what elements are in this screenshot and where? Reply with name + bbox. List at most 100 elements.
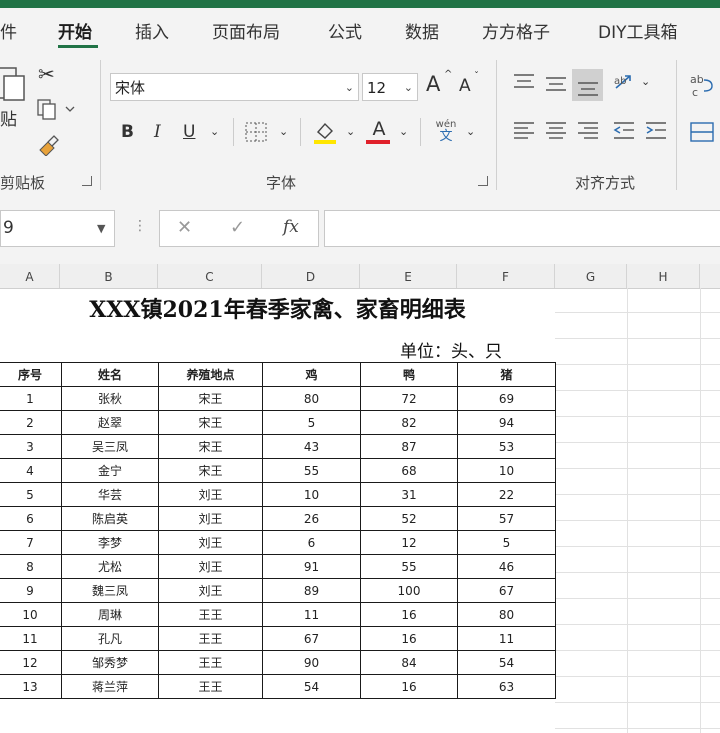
cut-icon[interactable]: ✂	[38, 64, 55, 84]
table-cell[interactable]: 12	[0, 650, 62, 675]
table-cell[interactable]: 11	[457, 626, 556, 651]
chevron-down-icon[interactable]: ▼	[97, 211, 105, 246]
column-header-h[interactable]: H	[627, 264, 700, 288]
table-cell[interactable]: 陈启英	[61, 506, 159, 531]
cancel-icon[interactable]: ✕	[177, 217, 192, 238]
more-options-icon[interactable]: ⋮	[133, 218, 147, 234]
table-cell[interactable]: 13	[0, 674, 62, 699]
confirm-icon[interactable]: ✓	[230, 217, 245, 238]
table-cell[interactable]: 刘王	[158, 482, 263, 507]
font-launcher-icon[interactable]	[478, 176, 488, 186]
table-cell[interactable]: 宋王	[158, 410, 263, 435]
font-name-select[interactable]: 宋体 ⌄	[110, 73, 359, 101]
table-cell[interactable]: 周琳	[61, 602, 159, 627]
table-cell[interactable]: 67	[457, 578, 556, 603]
header-cell[interactable]: 鸡	[262, 362, 361, 387]
clipboard-launcher-icon[interactable]	[82, 176, 92, 186]
chevron-down-icon[interactable]: ⌄	[641, 76, 650, 87]
paste-label[interactable]: 贴	[0, 112, 17, 129]
column-header-b[interactable]: B	[60, 264, 158, 288]
align-bottom-button[interactable]	[572, 69, 603, 101]
font-size-select[interactable]: 12 ⌄	[362, 73, 418, 101]
tab-file[interactable]: 件	[0, 18, 17, 43]
border-icon[interactable]	[245, 122, 267, 142]
table-cell[interactable]: 63	[457, 674, 556, 699]
table-cell[interactable]: 26	[262, 506, 361, 531]
chevron-down-icon[interactable]: ⌄	[399, 126, 408, 137]
table-cell[interactable]: 6	[262, 530, 361, 555]
table-cell[interactable]: 91	[262, 554, 361, 579]
chevron-down-icon[interactable]: ⌄	[210, 126, 219, 137]
table-cell[interactable]: 16	[360, 602, 458, 627]
table-cell[interactable]: 16	[360, 626, 458, 651]
table-cell[interactable]: 82	[360, 410, 458, 435]
table-cell[interactable]: 尤松	[61, 554, 159, 579]
table-cell[interactable]: 2	[0, 410, 62, 435]
table-cell[interactable]: 3	[0, 434, 62, 459]
table-cell[interactable]: 10	[457, 458, 556, 483]
table-cell[interactable]: 16	[360, 674, 458, 699]
header-cell[interactable]: 序号	[0, 362, 62, 387]
table-cell[interactable]: 孔凡	[61, 626, 159, 651]
align-middle-icon[interactable]	[544, 72, 568, 94]
table-cell[interactable]: 54	[262, 674, 361, 699]
table-cell[interactable]: 5	[457, 530, 556, 555]
table-cell[interactable]: 100	[360, 578, 458, 603]
shrink-font-button[interactable]: A	[459, 78, 471, 95]
format-painter-icon[interactable]	[36, 132, 62, 156]
header-cell[interactable]: 鸭	[360, 362, 458, 387]
column-header-f[interactable]: F	[457, 264, 555, 288]
table-cell[interactable]: 89	[262, 578, 361, 603]
paste-icon[interactable]	[0, 64, 30, 106]
table-cell[interactable]: 王王	[158, 674, 263, 699]
table-cell[interactable]: 68	[360, 458, 458, 483]
table-cell[interactable]: 王王	[158, 602, 263, 627]
table-cell[interactable]: 22	[457, 482, 556, 507]
table-cell[interactable]: 31	[360, 482, 458, 507]
table-cell[interactable]: 11	[0, 626, 62, 651]
table-cell[interactable]: 5	[262, 410, 361, 435]
align-top-icon[interactable]	[512, 72, 536, 94]
column-header-c[interactable]: C	[158, 264, 262, 288]
sheet-title[interactable]: XXX镇2021年春季家禽、家畜明细表	[0, 288, 555, 333]
insert-function-icon[interactable]: fx	[283, 217, 299, 237]
fill-color-icon[interactable]	[312, 118, 338, 146]
formula-input[interactable]	[324, 210, 720, 247]
table-cell[interactable]: 刘王	[158, 554, 263, 579]
tab-formulas[interactable]: 公式	[328, 18, 362, 43]
tab-fangfang[interactable]: 方方格子	[482, 18, 550, 43]
column-header-a[interactable]: A	[0, 264, 60, 288]
merge-center-icon[interactable]	[690, 122, 714, 142]
table-cell[interactable]: 刘王	[158, 530, 263, 555]
wrap-text-icon[interactable]: ab c	[690, 72, 718, 98]
table-cell[interactable]: 李梦	[61, 530, 159, 555]
table-cell[interactable]: 王王	[158, 650, 263, 675]
tab-page-layout[interactable]: 页面布局	[212, 18, 280, 43]
table-cell[interactable]: 46	[457, 554, 556, 579]
table-cell[interactable]: 72	[360, 386, 458, 411]
table-cell[interactable]: 4	[0, 458, 62, 483]
table-cell[interactable]: 5	[0, 482, 62, 507]
tab-home[interactable]: 开始	[58, 18, 92, 43]
table-cell[interactable]: 刘王	[158, 506, 263, 531]
copy-icon[interactable]	[36, 98, 76, 120]
underline-button[interactable]: U	[183, 124, 195, 141]
table-cell[interactable]: 宋王	[158, 386, 263, 411]
table-cell[interactable]: 80	[262, 386, 361, 411]
increase-indent-icon[interactable]	[644, 120, 668, 142]
table-cell[interactable]: 1	[0, 386, 62, 411]
unit-label[interactable]: 单位：头、只	[400, 337, 502, 362]
table-cell[interactable]: 8	[0, 554, 62, 579]
table-cell[interactable]: 王王	[158, 626, 263, 651]
table-cell[interactable]: 87	[360, 434, 458, 459]
table-cell[interactable]: 12	[360, 530, 458, 555]
column-header-d[interactable]: D	[262, 264, 360, 288]
table-cell[interactable]: 11	[262, 602, 361, 627]
align-left-icon[interactable]	[512, 120, 536, 142]
table-cell[interactable]: 华芸	[61, 482, 159, 507]
chevron-down-icon[interactable]: ⌄	[346, 126, 355, 137]
table-cell[interactable]: 55	[360, 554, 458, 579]
table-cell[interactable]: 9	[0, 578, 62, 603]
table-cell[interactable]: 魏三凤	[61, 578, 159, 603]
grow-font-button[interactable]: A	[426, 74, 440, 95]
